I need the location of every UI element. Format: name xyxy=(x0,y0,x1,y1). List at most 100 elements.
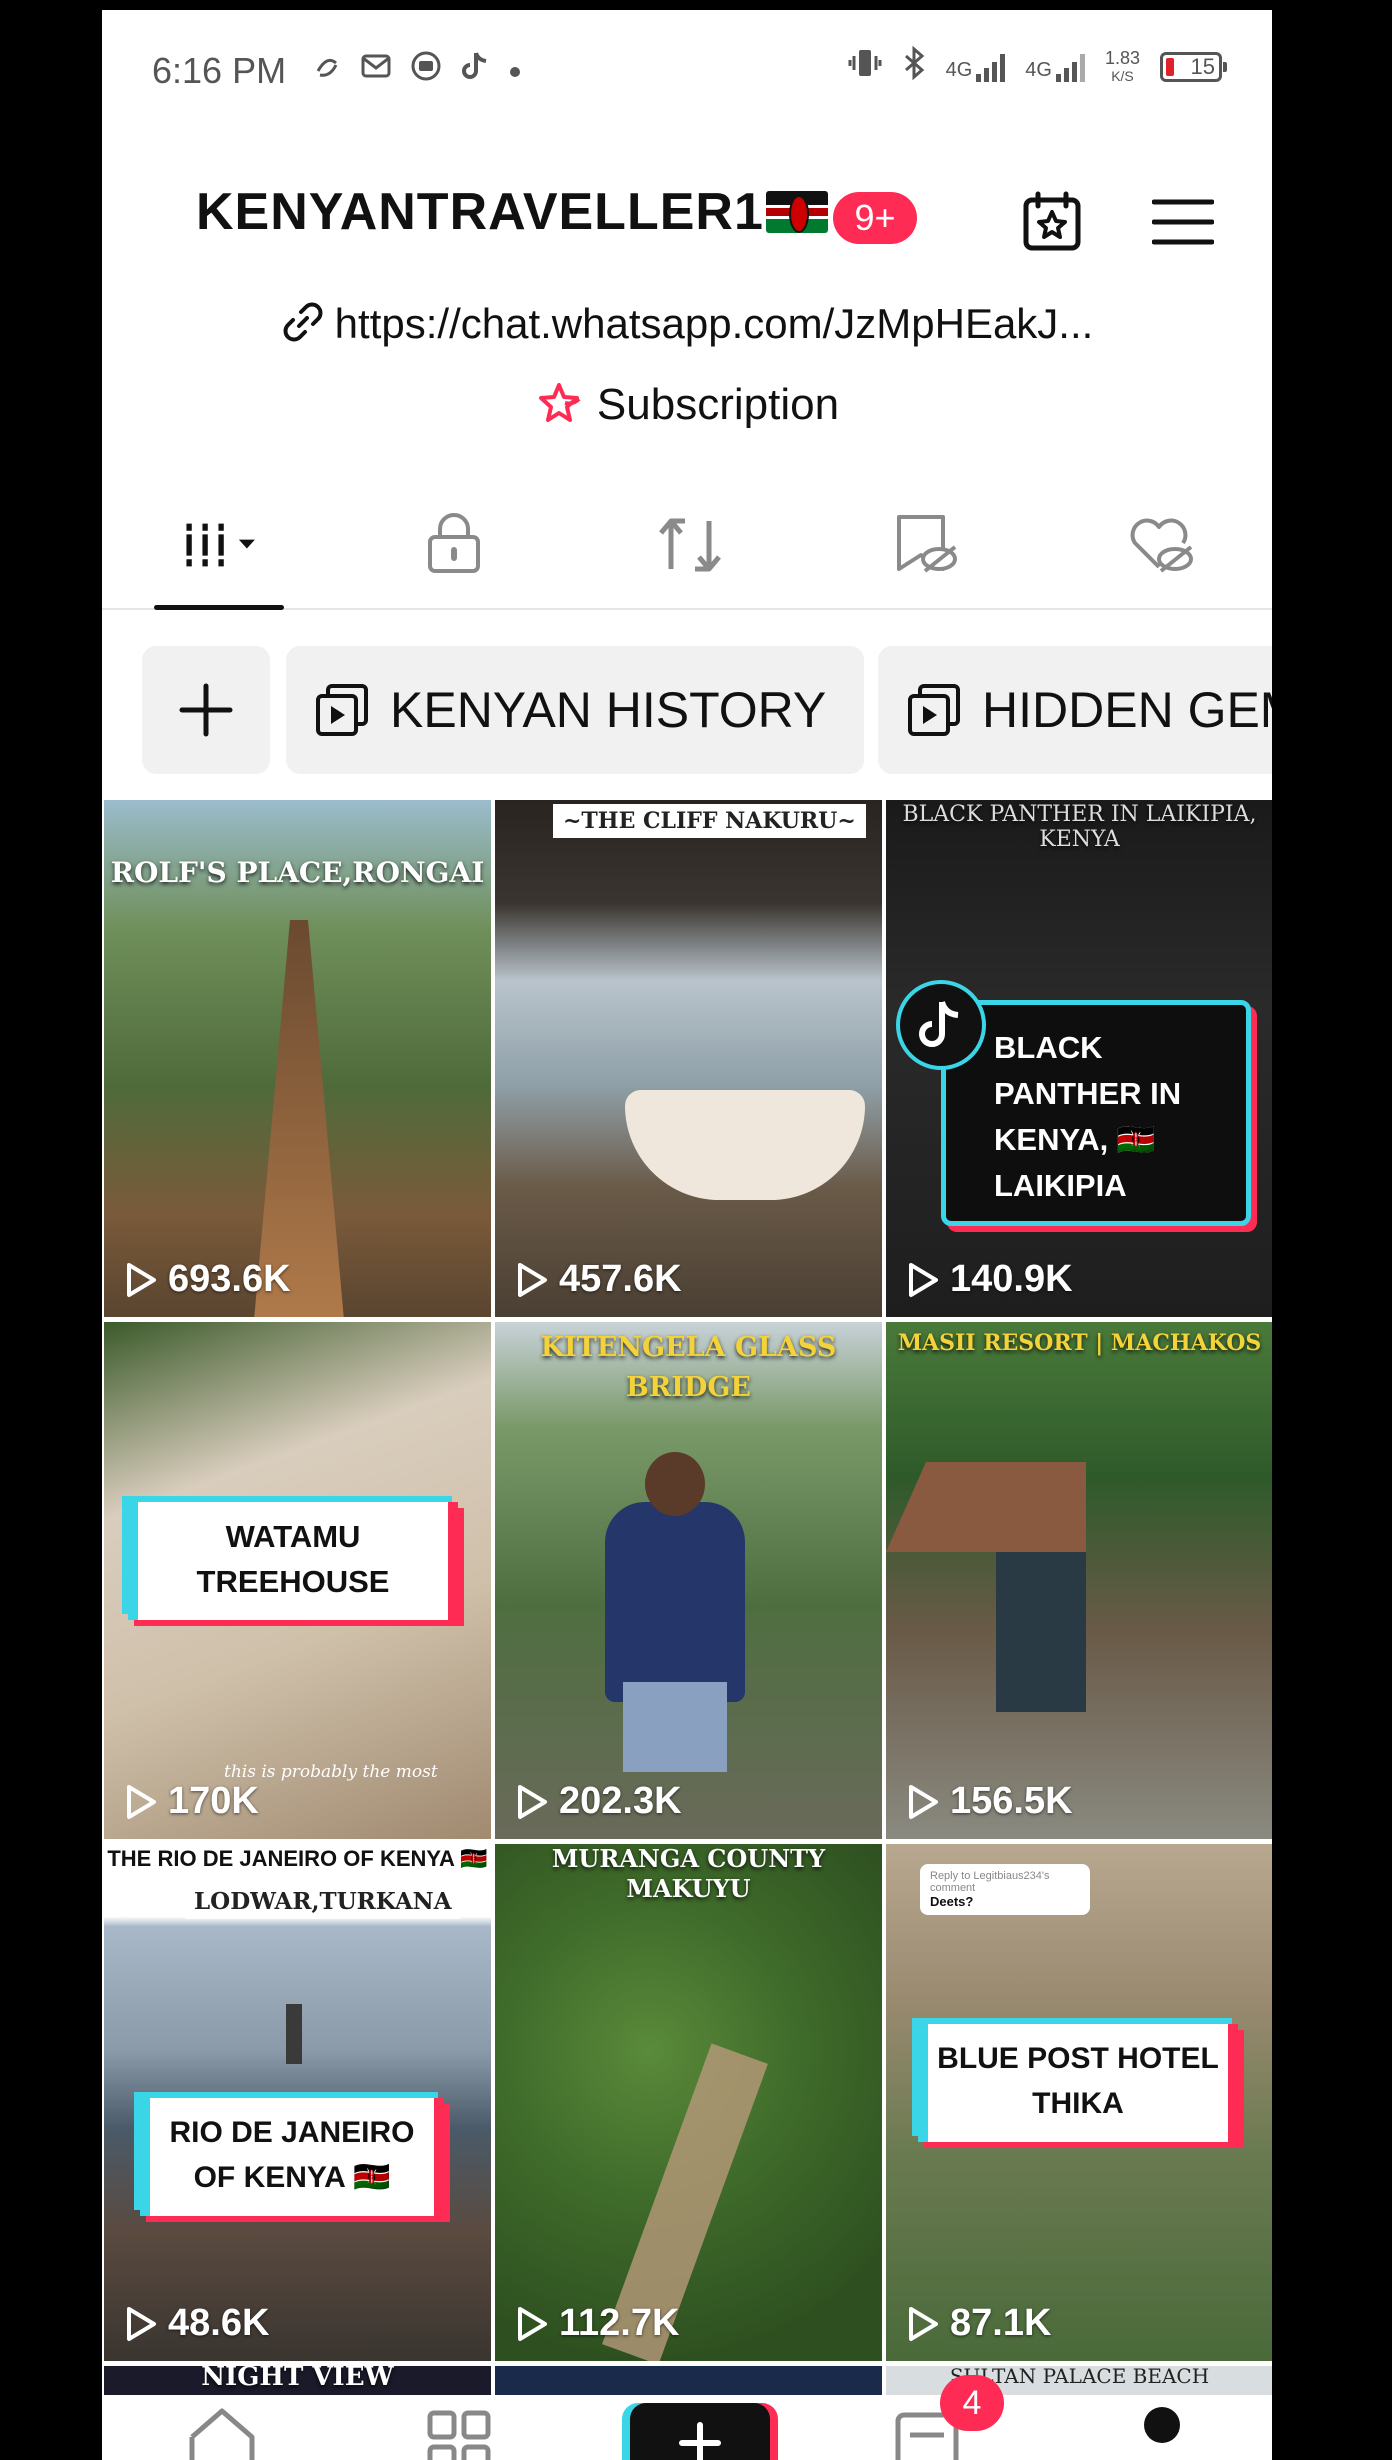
profile-header: KENYANTRAVELLER1 9+ xyxy=(102,160,1272,270)
repost-icon xyxy=(659,518,721,572)
plus-icon xyxy=(679,2422,721,2460)
video-thumbnail[interactable]: Reply to Legitbiaus234's comment Deets? … xyxy=(886,1844,1272,2361)
nav-profile[interactable] xyxy=(1132,2405,1192,2460)
network-type-2: 4G xyxy=(1025,58,1052,81)
video-thumbnail[interactable]: MASII RESORT | MACHAKOS 156.5K xyxy=(886,1322,1272,1839)
lock-icon xyxy=(428,513,480,573)
view-count-text: 170K xyxy=(168,1780,259,1822)
tiktok-logo-icon xyxy=(896,980,986,1070)
video-caption: MASII RESORT | MACHAKOS xyxy=(897,1330,1262,1356)
view-count: 48.6K xyxy=(124,2302,269,2345)
view-count: 693.6K xyxy=(124,1258,291,1301)
video-caption-sub: LODWAR,TURKANA xyxy=(184,1884,462,1919)
bluetooth-icon xyxy=(902,45,926,87)
view-count-text: 457.6K xyxy=(559,1258,682,1300)
play-icon xyxy=(127,1784,156,1819)
net-speed: 1.83 K/S xyxy=(1105,49,1140,85)
net-speed-unit: K/S xyxy=(1111,67,1134,84)
video-thumbnail[interactable]: KITENGELA GLASS BRIDGE 202.3K xyxy=(495,1322,882,1839)
reply-text: Reply to Legitbiaus234's comment xyxy=(930,1870,1050,1894)
video-caption: KITENGELA GLASS BRIDGE xyxy=(540,1332,837,1403)
video-thumbnail[interactable]: BLACK PANTHER IN LAIKIPIA, KENYA BLACK P… xyxy=(886,800,1272,1317)
notification-badge[interactable]: 9+ xyxy=(833,192,917,244)
video-caption-top: BLACK PANTHER IN LAIKIPIA, KENYA xyxy=(902,802,1257,852)
video-caption: NIGHT VIEW xyxy=(201,2366,394,2392)
collections-row: KENYAN HISTORY HIDDEN GEM xyxy=(102,638,1272,778)
tab-liked[interactable] xyxy=(1122,510,1202,580)
bio-link-text: https://chat.whatsapp.com/JzMpHEakJ... xyxy=(334,300,1094,347)
video-caption: MURANGA COUNTY MAKUYU xyxy=(551,1844,826,1903)
view-count: 112.7K xyxy=(515,2302,679,2345)
add-collection-button[interactable] xyxy=(142,646,270,774)
dot-icon xyxy=(508,53,522,87)
video-thumbnail[interactable] xyxy=(495,2366,882,2396)
video-caption-top: THE RIO DE JANEIRO OF KENYA 🇰🇪 xyxy=(107,1846,488,1871)
play-icon xyxy=(127,2306,156,2341)
link-icon xyxy=(283,302,323,342)
network-type-1: 4G xyxy=(945,58,973,81)
active-tab-indicator xyxy=(154,605,284,610)
view-count-text: 48.6K xyxy=(168,2302,270,2344)
video-card-caption: BLACK PANTHER IN KENYA, 🇰🇪 LAIKIPIA xyxy=(994,1030,1182,1203)
video-thumbnail[interactable]: ROLF'S PLACE,RONGAI 693.6K xyxy=(104,800,491,1317)
username-title[interactable]: KENYANTRAVELLER1 xyxy=(196,182,828,242)
view-count: 140.9K xyxy=(906,1258,1073,1301)
inbox-badge: 4 xyxy=(940,2375,1004,2431)
tab-reposts[interactable] xyxy=(650,510,730,580)
profile-screen: 6:16 PM 4G 4G 1.83 K/S 15 KENYANTRAVELLE… xyxy=(102,10,1272,2460)
view-count: 457.6K xyxy=(515,1258,682,1301)
play-icon xyxy=(909,1784,938,1819)
video-caption: ROLF'S PLACE,RONGAI xyxy=(110,856,485,889)
view-count-text: 140.9K xyxy=(950,1258,1073,1300)
video-thumbnail[interactable]: ~THE CLIFF NAKURU~ 457.6K xyxy=(495,800,882,1317)
video-thumbnail[interactable]: NIGHT VIEW xyxy=(104,2366,491,2396)
profile-icon xyxy=(1144,2407,1180,2443)
collection-icon xyxy=(316,684,368,736)
video-card-caption: BLUE POST HOTEL THIKA xyxy=(918,2024,1238,2142)
collection-label: HIDDEN GEM xyxy=(982,682,1272,738)
view-count: 202.3K xyxy=(515,1780,682,1823)
play-icon xyxy=(127,1262,156,1297)
view-count-text: 112.7K xyxy=(559,2302,680,2344)
battery-icon: 15 xyxy=(1160,51,1227,82)
home-icon xyxy=(189,2408,255,2460)
video-thumbnail[interactable]: MURANGA COUNTY MAKUYU 112.7K xyxy=(495,1844,882,2361)
mail-icon xyxy=(360,51,392,89)
net-speed-value: 1.83 xyxy=(1104,47,1140,68)
kenya-flag-icon xyxy=(765,191,828,233)
video-thumbnail[interactable]: WATAMU TREEHOUSE this is probably the mo… xyxy=(104,1322,491,1839)
play-icon xyxy=(909,2306,938,2341)
battery-level: 15 xyxy=(1190,53,1215,79)
subscription-star-icon xyxy=(538,383,581,422)
subscription-label: Subscription xyxy=(596,380,840,429)
tab-private[interactable] xyxy=(414,510,494,580)
video-thumbnail[interactable]: THE RIO DE JANEIRO OF KENYA 🇰🇪 LODWAR,TU… xyxy=(104,1844,491,2361)
tiktok-icon xyxy=(460,50,490,90)
video-caption: ~THE CLIFF NAKURU~ xyxy=(553,804,866,838)
media-icon xyxy=(410,50,442,90)
reply-bubble: Reply to Legitbiaus234's comment Deets? xyxy=(920,1864,1090,1915)
nav-friends[interactable] xyxy=(424,2405,494,2460)
status-bar: 6:16 PM 4G 4G 1.83 K/S 15 xyxy=(102,10,1272,130)
bookmark-hidden-icon xyxy=(897,515,957,573)
nav-home[interactable] xyxy=(184,2405,260,2460)
menu-icon[interactable] xyxy=(1151,198,1215,246)
play-icon xyxy=(909,1262,938,1297)
create-button[interactable] xyxy=(630,2403,770,2460)
play-icon xyxy=(518,1784,547,1819)
bio-link[interactable]: https://chat.whatsapp.com/JzMpHEakJ... xyxy=(102,300,1272,348)
tab-favorites[interactable] xyxy=(886,510,966,580)
vibrate-icon xyxy=(848,47,882,86)
video-card-caption: WATAMU TREEHOUSE xyxy=(128,1502,458,1620)
collection-hidden-gem[interactable]: HIDDEN GEM xyxy=(878,646,1272,774)
view-count: 156.5K xyxy=(906,1780,1073,1823)
view-count: 87.1K xyxy=(906,2302,1051,2345)
sync-icon xyxy=(312,51,342,89)
notification-icons xyxy=(312,50,522,90)
calendar-star-icon[interactable] xyxy=(1020,190,1084,254)
play-icon xyxy=(518,1262,547,1297)
collection-kenyan-history[interactable]: KENYAN HISTORY xyxy=(286,646,864,774)
collection-label: KENYAN HISTORY xyxy=(390,682,827,738)
tab-videos[interactable] xyxy=(182,510,262,580)
subscription-button[interactable]: Subscription xyxy=(102,380,1272,430)
